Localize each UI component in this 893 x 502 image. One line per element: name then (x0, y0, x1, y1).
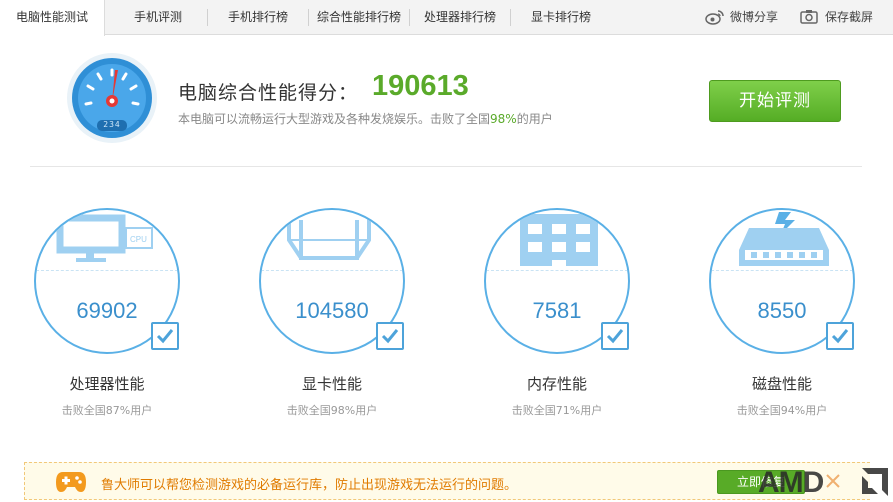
description-text: 本电脑可以流畅运行大型游戏及各种发烧娱乐。击败了全国 (178, 112, 491, 126)
monitor-cpu-icon: CPU (56, 214, 153, 262)
checkmark-icon (381, 329, 399, 344)
overall-score-description: 本电脑可以流畅运行大型游戏及各种发烧娱乐。击败了全国98%的用户 (178, 110, 553, 127)
memory-score: 7581 (532, 298, 582, 323)
ring-divider (486, 270, 628, 271)
save-screenshot-label: 保存截屏 (825, 10, 874, 24)
tab-bar: 电脑性能测试 手机评测 手机排行榜 综合性能排行榜 处理器排行榜 显卡排行榜 微… (0, 0, 893, 36)
start-benchmark-button[interactable]: 开始评测 (709, 80, 841, 122)
hard-disk-icon (739, 212, 829, 266)
memory-performance-card: 7581 内存性能 击败全国71%用户 (477, 208, 667, 428)
cpu-beat-percent: 击败全国87%用户 (61, 404, 153, 417)
amd-watermark: AMD (758, 462, 893, 502)
memory-chip-icon (520, 214, 598, 266)
tab-pc-performance-test[interactable]: 电脑性能测试 (0, 0, 105, 36)
game-runtime-notice: 鲁大师可以帮您检测游戏的必备运行库，防止出现游戏无法运行的问题。 立即修复 (24, 462, 870, 500)
ring-divider (261, 270, 403, 271)
cube-icon (287, 210, 371, 260)
weibo-share-button[interactable]: 微博分享 (705, 0, 790, 35)
cpu-performance-label: 处理器性能 (69, 375, 145, 393)
memory-performance-label: 内存性能 (526, 375, 587, 393)
amd-logo-text: AMD (758, 466, 824, 499)
weibo-icon (705, 10, 724, 25)
checkmark-icon (156, 329, 174, 344)
cpu-score: 69902 (76, 298, 138, 323)
checkmark-icon (606, 329, 624, 344)
checkmark-icon (831, 329, 849, 344)
svg-text:CPU: CPU (130, 235, 147, 244)
tab-overall-ranking[interactable]: 综合性能排行榜 (309, 0, 409, 35)
gpu-performance-card: 104580 显卡性能 击败全国98%用户 (252, 208, 442, 428)
tab-cpu-ranking[interactable]: 处理器排行榜 (410, 0, 510, 35)
tab-phone-review[interactable]: 手机评测 (110, 0, 206, 35)
cpu-performance-card: CPU 69902 处理器性能 击败全国87%用户 (27, 208, 217, 428)
gpu-performance-label: 显卡性能 (301, 375, 362, 393)
gpu-score: 104580 (295, 298, 369, 323)
overall-score-value: 190613 (372, 70, 469, 102)
camera-icon (800, 10, 818, 24)
speedometer-icon (67, 53, 157, 143)
description-suffix: 的用户 (516, 112, 553, 126)
gamepad-icon (56, 472, 86, 492)
tab-phone-ranking[interactable]: 手机排行榜 (208, 0, 308, 35)
gauge-digits: 234 (103, 120, 121, 129)
disk-performance-label: 磁盘性能 (751, 375, 812, 393)
disk-performance-card: 8550 磁盘性能 击败全国94%用户 (702, 208, 892, 428)
gpu-check-icon (376, 322, 404, 350)
disk-score: 8550 (757, 298, 807, 323)
save-screenshot-button[interactable]: 保存截屏 (800, 0, 890, 35)
overall-score-label: 电脑综合性能得分： (178, 82, 359, 104)
divider (30, 166, 862, 167)
gpu-beat-percent: 击败全国98%用户 (286, 404, 378, 417)
weibo-share-label: 微博分享 (730, 10, 779, 24)
disk-check-icon (826, 322, 854, 350)
tab-gpu-ranking[interactable]: 显卡排行榜 (511, 0, 611, 35)
cpu-check-icon (151, 322, 179, 350)
memory-beat-percent: 击败全国71%用户 (511, 404, 603, 417)
notice-message: 鲁大师可以帮您检测游戏的必备运行库，防止出现游戏无法运行的问题。 (101, 478, 518, 493)
description-percent: 98% (490, 112, 517, 126)
disk-beat-percent: 击败全国94%用户 (736, 404, 828, 417)
memory-check-icon (601, 322, 629, 350)
ring-divider (36, 270, 178, 271)
amd-logo-icon (862, 468, 888, 496)
ring-divider (711, 270, 853, 271)
